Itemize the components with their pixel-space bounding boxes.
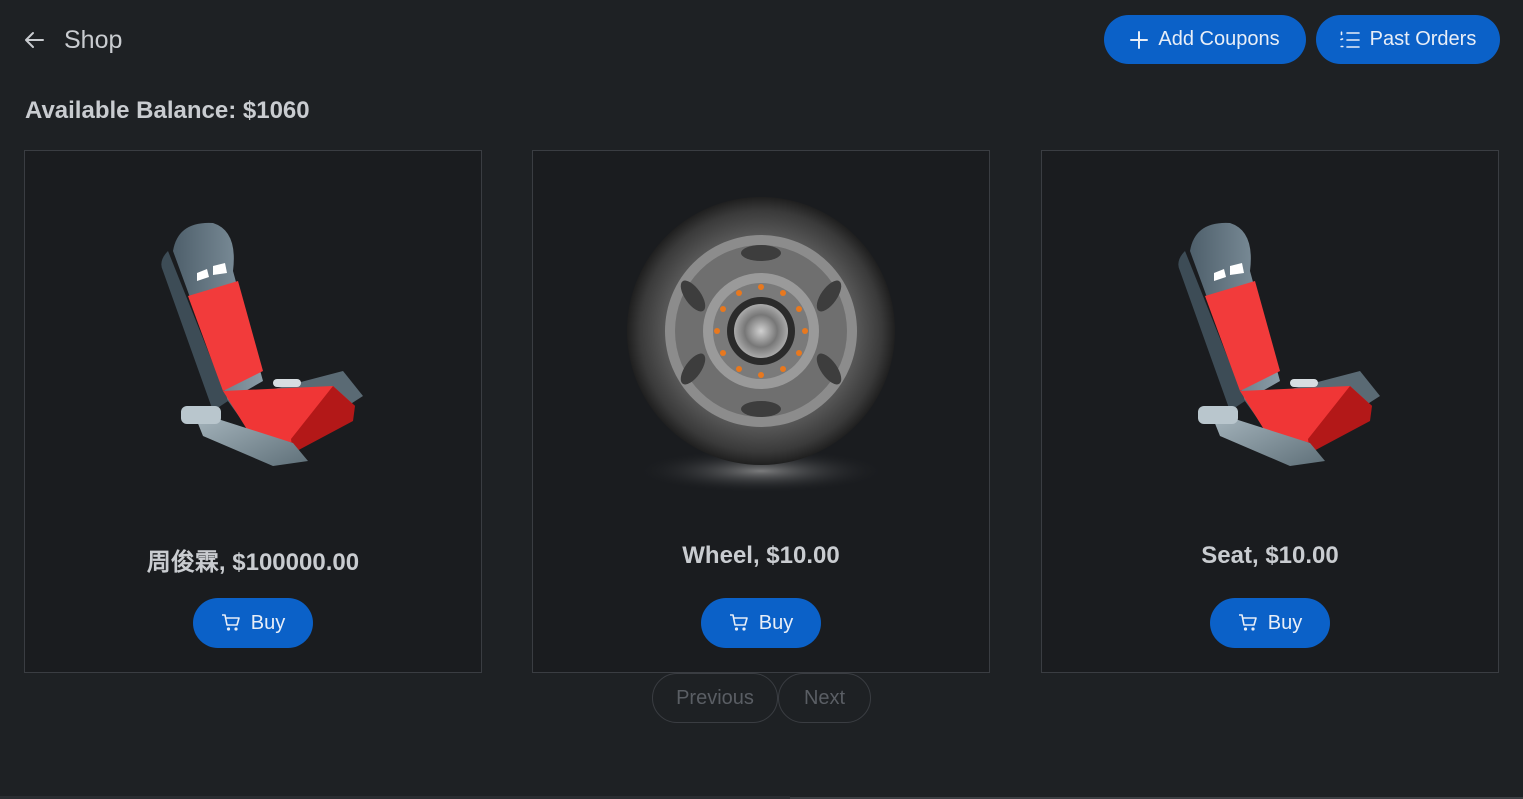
buy-button[interactable]: Buy [193,598,313,648]
add-coupons-label: Add Coupons [1158,28,1280,50]
arrow-left-icon [25,32,44,48]
buy-label: Buy [250,611,286,634]
car-seat-icon [161,222,363,466]
add-coupons-button[interactable]: Add Coupons [1104,15,1306,64]
available-balance: Available Balance: $1060 [25,97,310,124]
pagination: Previous Next [652,673,871,723]
buy-button[interactable]: Buy [1210,598,1330,648]
previous-button[interactable]: Previous [652,673,778,723]
car-seat-icon [1178,222,1380,466]
cart-icon [729,614,748,631]
product-card: 周俊霖, $100000.00 Buy [24,150,482,673]
list-icon [1339,30,1360,48]
buy-label: Buy [758,611,794,634]
cart-icon [1238,614,1257,631]
top-bar: Shop Add Coupons Past Orders [0,0,1523,82]
product-image [1042,151,1498,531]
product-image [533,151,989,531]
wheel-icon [627,197,895,493]
product-card: Seat, $10.00 Buy [1041,150,1499,673]
buy-label: Buy [1267,611,1303,634]
product-name: 周俊霖, $100000.00 [146,549,360,576]
page-title: Shop [64,26,123,54]
plus-icon [1130,30,1149,49]
next-button[interactable]: Next [778,673,871,723]
cart-icon [221,614,240,631]
product-card: Wheel, $10.00 Buy [532,150,990,673]
product-name: Wheel, $10.00 [682,542,840,569]
past-orders-button[interactable]: Past Orders [1316,15,1500,64]
buy-button[interactable]: Buy [701,598,821,648]
product-image [25,151,481,531]
past-orders-label: Past Orders [1369,28,1477,50]
product-name: Seat, $10.00 [1201,542,1339,569]
back-button[interactable] [20,26,48,54]
